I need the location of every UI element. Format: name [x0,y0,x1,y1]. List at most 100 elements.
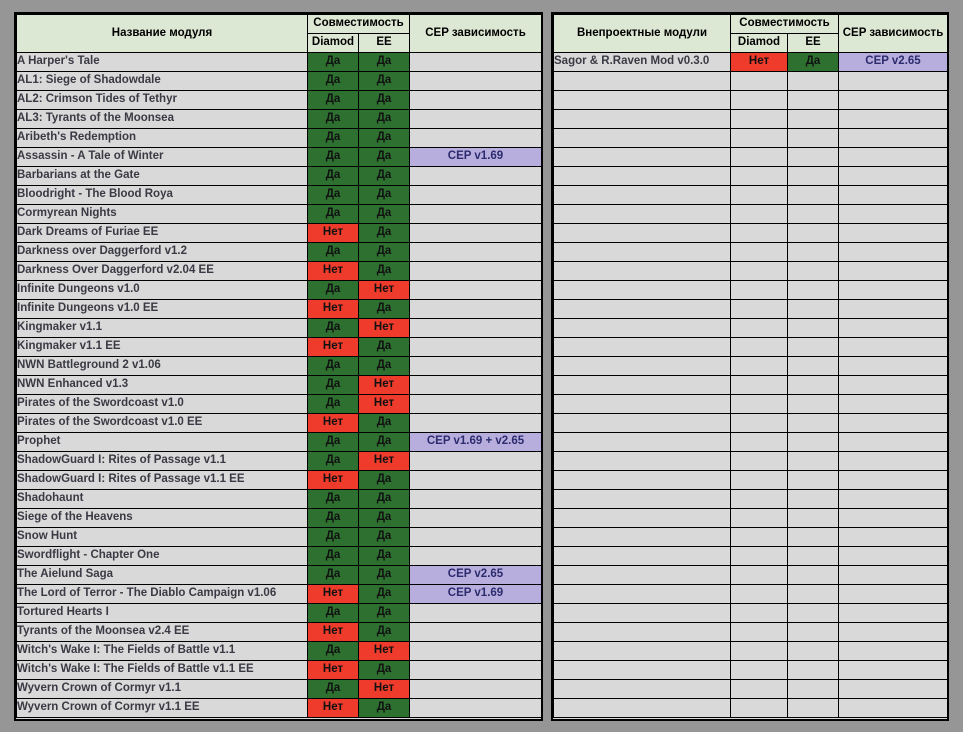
cell-diamond-compatibility [730,71,788,91]
table-row[interactable] [553,128,948,148]
table-row[interactable]: Swordflight - Chapter One Да Да [16,546,542,566]
table-row[interactable]: A Harper's Tale Да Да [16,52,542,72]
table-row[interactable] [553,223,948,243]
cell-diamond-compatibility [730,489,788,509]
table-row[interactable]: Aribeth's Redemption Да Да [16,128,542,148]
cell-diamond-compatibility: Да [307,432,359,452]
table-row[interactable]: Cormyrean Nights Да Да [16,204,542,224]
cell-ee-compatibility [787,527,839,547]
cell-module-name [553,584,731,604]
table-row[interactable] [553,356,948,376]
cell-diamond-compatibility: Да [307,356,359,376]
table-row[interactable] [553,698,948,718]
table-row[interactable]: Kingmaker v1.1 EE Нет Да [16,337,542,357]
table-row[interactable]: NWN Enhanced v1.3 Да Нет [16,375,542,395]
table-row[interactable] [553,299,948,319]
table-row[interactable] [553,451,948,471]
table-row[interactable]: Tyrants of the Moonsea v2.4 EE Нет Да [16,622,542,642]
table-row[interactable] [553,337,948,357]
table-row[interactable]: Sagor & R.Raven Mod v0.3.0 Нет Да CEP v2.65 [553,52,948,72]
table-row[interactable] [553,432,948,452]
table-row[interactable] [553,280,948,300]
table-row[interactable]: Darkness Over Daggerford v2.04 EE Нет Да [16,261,542,281]
cell-cep-dependency [838,527,948,547]
cell-module-name: Witch's Wake I: The Fields of Battle v1.… [16,641,308,661]
table-row[interactable] [553,546,948,566]
cell-cep-dependency [409,603,542,623]
table-row[interactable] [553,565,948,585]
table-row[interactable]: AL3: Tyrants of the Moonsea Да Да [16,109,542,129]
table-row[interactable] [553,470,948,490]
table-row[interactable]: Infinite Dungeons v1.0 Да Нет [16,280,542,300]
cell-cep-dependency [838,641,948,661]
table-row[interactable]: Barbarians at the Gate Да Да [16,166,542,186]
external-modules-table-head: Внепроектные модули Совместимость CEP за… [553,14,948,53]
cell-ee-compatibility [787,185,839,205]
cell-ee-compatibility [787,147,839,167]
table-row[interactable]: Infinite Dungeons v1.0 EE Нет Да [16,299,542,319]
table-row[interactable]: Darkness over Daggerford v1.2 Да Да [16,242,542,262]
table-row[interactable] [553,71,948,91]
table-row[interactable]: AL2: Crimson Tides of Tethyr Да Да [16,90,542,110]
cell-diamond-compatibility [730,451,788,471]
table-row[interactable] [553,584,948,604]
external-modules-table: Внепроектные модули Совместимость CEP за… [553,14,948,718]
table-row[interactable] [553,318,948,338]
cell-cep-dependency [409,356,542,376]
table-row[interactable] [553,413,948,433]
table-row[interactable]: NWN Battleground 2 v1.06 Да Да [16,356,542,376]
cell-ee-compatibility: Да [358,109,410,129]
cell-module-name: A Harper's Tale [16,52,308,72]
table-row[interactable]: Pirates of the Swordcoast v1.0 EE Нет Да [16,413,542,433]
table-row[interactable] [553,109,948,129]
cell-cep-dependency [838,299,948,319]
table-row[interactable] [553,527,948,547]
table-row[interactable]: Witch's Wake I: The Fields of Battle v1.… [16,660,542,680]
table-row[interactable] [553,261,948,281]
table-row[interactable] [553,166,948,186]
table-row[interactable] [553,508,948,528]
table-row[interactable]: AL1: Siege of Shadowdale Да Да [16,71,542,91]
cell-cep-dependency [838,451,948,471]
cell-module-name: Tortured Hearts I [16,603,308,623]
table-row[interactable]: ShadowGuard I: Rites of Passage v1.1 Да Не… [16,451,542,471]
cell-cep-dependency [409,660,542,680]
table-row[interactable]: Wyvern Crown of Cormyr v1.1 Да Нет [16,679,542,699]
table-row[interactable]: Assassin - A Tale of Winter Да Да CEP v1.69 [16,147,542,167]
table-row[interactable]: Bloodright - The Blood Roya Да Да [16,185,542,205]
table-row[interactable] [553,603,948,623]
table-row[interactable]: Tortured Hearts I Да Да [16,603,542,623]
table-row[interactable]: Witch's Wake I: The Fields of Battle v1.… [16,641,542,661]
table-row[interactable]: Pirates of the Swordcoast v1.0 Да Нет [16,394,542,414]
table-row[interactable] [553,660,948,680]
table-row[interactable]: Dark Dreams of Furiae EE Нет Да [16,223,542,243]
table-row[interactable]: Shadohaunt Да Да [16,489,542,509]
table-row[interactable]: ShadowGuard I: Rites of Passage v1.1 EE Н… [16,470,542,490]
cell-ee-compatibility [787,660,839,680]
table-row[interactable] [553,394,948,414]
cell-cep-dependency [409,527,542,547]
table-row[interactable]: Siege of the Heavens Да Да [16,508,542,528]
table-row[interactable] [553,375,948,395]
table-row[interactable]: Kingmaker v1.1 Да Нет [16,318,542,338]
cell-diamond-compatibility [730,375,788,395]
cell-ee-compatibility [787,261,839,281]
table-row[interactable]: The Lord of Terror - The Diablo Campaign… [16,584,542,604]
table-row[interactable] [553,242,948,262]
cell-module-name [553,565,731,585]
table-row[interactable]: Prophet Да Да CEP v1.69 + v2.65 [16,432,542,452]
table-row[interactable]: Wyvern Crown of Cormyr v1.1 EE Нет Да [16,698,542,718]
table-row[interactable] [553,489,948,509]
table-row[interactable] [553,622,948,642]
table-row[interactable]: The Aielund Saga Да Да CEP v2.65 [16,565,542,585]
table-row[interactable] [553,679,948,699]
table-row[interactable] [553,185,948,205]
cell-cep-dependency [409,280,542,300]
table-row[interactable]: Snow Hunt Да Да [16,527,542,547]
cell-cep-dependency [838,242,948,262]
table-row[interactable] [553,204,948,224]
table-row[interactable] [553,147,948,167]
table-row[interactable] [553,641,948,661]
table-row[interactable] [553,90,948,110]
cell-module-name [553,128,731,148]
